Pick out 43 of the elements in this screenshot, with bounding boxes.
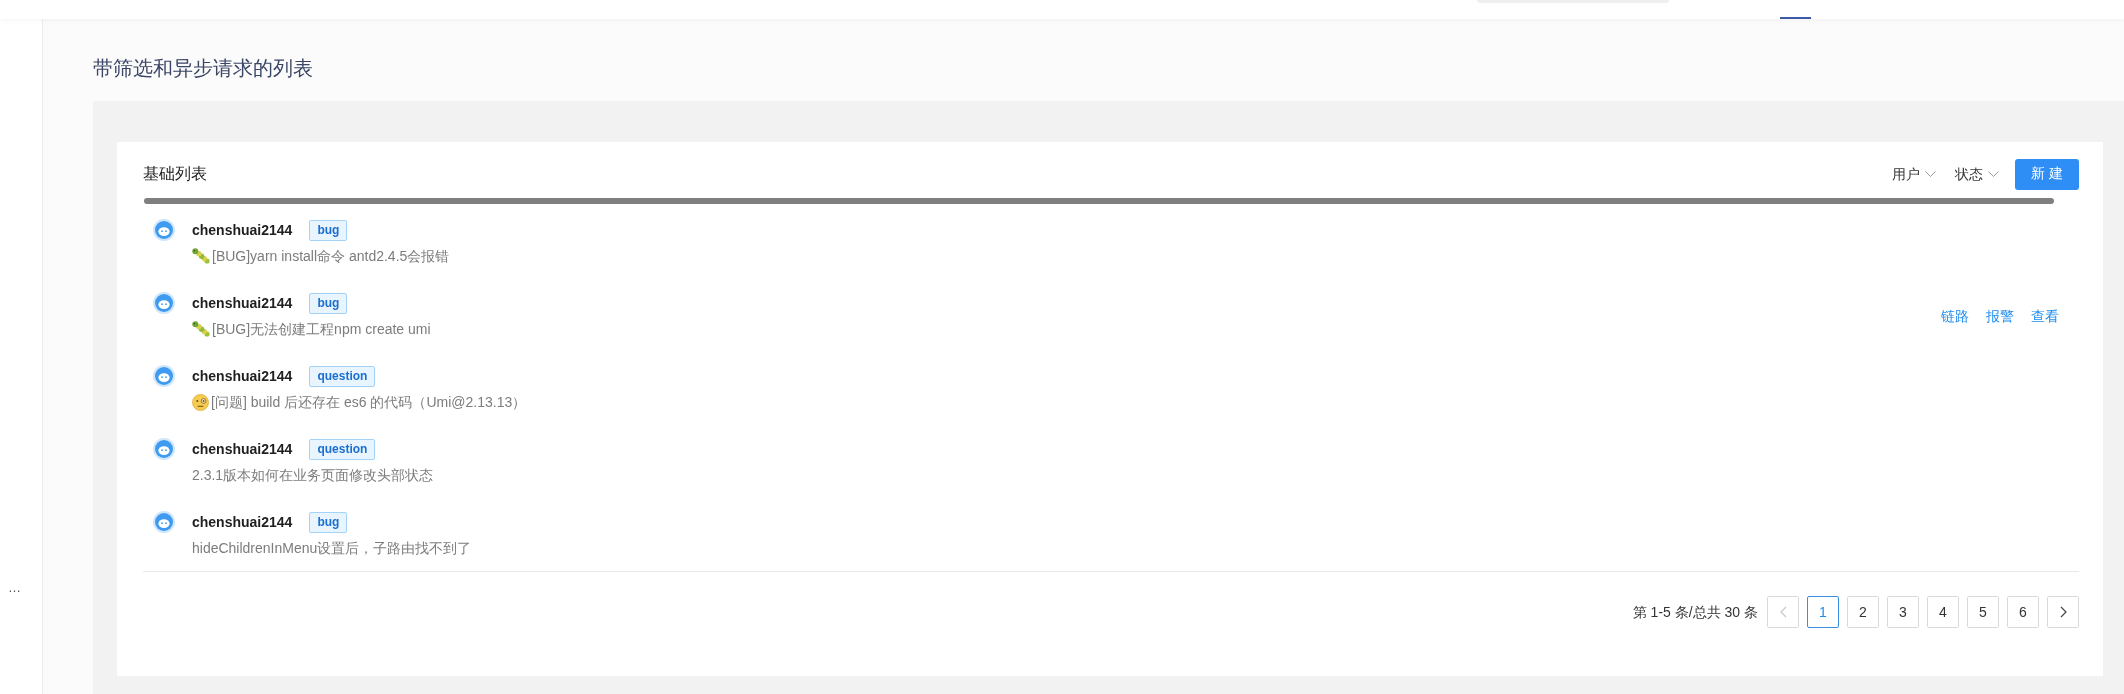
issue-tag: bug: [309, 292, 348, 314]
avatar-icon: [153, 219, 175, 241]
avatar-icon: [153, 292, 175, 314]
page-button[interactable]: 6: [2007, 596, 2039, 628]
next-page-button[interactable]: [2047, 596, 2079, 628]
avatar-icon: [153, 511, 175, 533]
caterpillar-icon: [192, 321, 210, 337]
card-title: 基础列表: [143, 164, 207, 184]
sidebar-item[interactable]: …: [0, 578, 42, 598]
avatar-icon: [153, 438, 175, 460]
issue-tag: question: [309, 438, 376, 460]
page-button[interactable]: 5: [1967, 596, 1999, 628]
page-button[interactable]: 4: [1927, 596, 1959, 628]
pagination-summary: 第 1-5 条/总共 30 条: [1632, 603, 1758, 622]
action-link[interactable]: 链路: [1941, 306, 1969, 326]
chevron-right-icon: [2059, 606, 2067, 618]
filter-dropdown[interactable]: 状态: [1955, 164, 1999, 184]
author-name: chenshuai2144: [192, 367, 293, 386]
caret-icon: [1988, 171, 1999, 177]
author-name: chenshuai2144: [192, 513, 293, 532]
issue-tag: bug: [309, 219, 348, 241]
action-link[interactable]: 报警: [1986, 306, 2014, 326]
page-button[interactable]: 2: [1847, 596, 1879, 628]
filter-dropdown[interactable]: 用户: [1892, 164, 1936, 184]
issue-description: [BUG]yarn install命令 antd2.4.5会报错: [212, 247, 450, 266]
chevron-left-icon: [1779, 606, 1787, 618]
issue-description: [问题] build 后还存在 es6 的代码（Umi@2.13.13）: [211, 393, 527, 412]
action-link[interactable]: 查看: [2031, 306, 2059, 326]
issue-description: [BUG]无法创建工程npm create umi: [212, 320, 431, 339]
issue-tag: bug: [309, 511, 348, 533]
issue-description: 2.3.1版本如何在业务页面修改头部状态: [192, 466, 434, 485]
caret-icon: [1925, 171, 1936, 177]
page-button[interactable]: 3: [1887, 596, 1919, 628]
author-name: chenshuai2144: [192, 221, 293, 240]
scrollbar[interactable]: [144, 198, 2054, 204]
issue-description: hideChildrenInMenu设置后，子路由找不到了: [192, 539, 472, 558]
author-name: chenshuai2144: [192, 294, 293, 313]
caterpillar-icon: [192, 248, 210, 264]
monocle-face-icon: [192, 393, 209, 411]
issue-tag: question: [309, 365, 376, 387]
author-name: chenshuai2144: [192, 440, 293, 459]
page-title: 带筛选和异步请求的列表: [93, 56, 314, 81]
avatar-icon: [153, 365, 175, 387]
